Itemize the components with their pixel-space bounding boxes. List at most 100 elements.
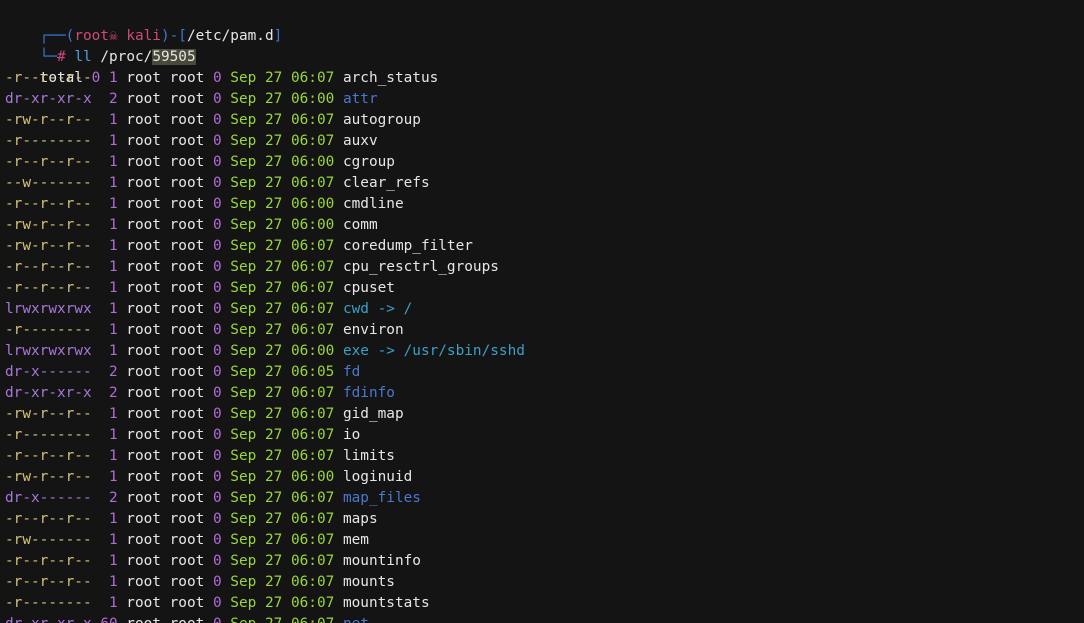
link-count: 1 [108,112,118,128]
permissions: -r--r--r-- [5,511,92,527]
file-name[interactable]: loginuid [343,469,412,485]
file-size: 0 [212,448,222,464]
date-day: 27 [264,91,283,107]
date-month: Sep [230,280,257,296]
list-item[interactable]: -rw-r--r-- 1 root root 0 Sep 27 06:00 lo… [5,467,1084,488]
list-item[interactable]: --w------- 1 root root 0 Sep 27 06:07 cl… [5,173,1084,194]
list-item[interactable]: -r-------- 1 root root 0 Sep 27 06:07 en… [5,320,1084,341]
file-name[interactable]: cwd -> / [343,301,412,317]
link-count: 1 [108,427,118,443]
link-count: 2 [108,385,118,401]
date-month: Sep [230,448,257,464]
file-name[interactable]: map_files [343,490,421,506]
owner: root [126,112,161,128]
list-item[interactable]: -r-------- 1 root root 0 Sep 27 06:07 mo… [5,593,1084,614]
file-name[interactable]: attr [343,91,378,107]
file-name[interactable]: mountinfo [343,553,421,569]
permissions: -r--r--r-- [5,448,92,464]
date-time: 06:07 [291,616,334,623]
date-month: Sep [230,553,257,569]
owner: root [126,406,161,422]
link-count: 1 [108,154,118,170]
group: root [169,532,205,548]
file-name[interactable]: cgroup [343,154,395,170]
list-item[interactable]: -r--r--r-- 1 root root 0 Sep 27 06:07 mo… [5,572,1084,593]
file-name[interactable]: auxv [343,133,378,149]
list-item[interactable]: -rw-r--r-- 1 root root 0 Sep 27 06:07 au… [5,110,1084,131]
list-item[interactable]: -r--r--r-- 1 root root 0 Sep 27 06:00 cg… [5,152,1084,173]
list-item[interactable]: -r--r--r-- 1 root root 0 Sep 27 06:07 ma… [5,509,1084,530]
file-name[interactable]: coredump_filter [343,238,473,254]
owner: root [126,511,161,527]
date-month: Sep [230,616,256,623]
group: root [169,469,205,485]
file-name[interactable]: mounts [343,574,395,590]
list-item[interactable]: dr-xr-xr-x 60 root root 0 Sep 27 06:07 n… [5,614,1084,623]
list-item[interactable]: lrwxrwxrwx 1 root root 0 Sep 27 06:07 cw… [5,299,1084,320]
file-name[interactable]: io [343,427,360,443]
owner: root [126,154,161,170]
file-name[interactable]: maps [343,511,378,527]
file-name[interactable]: exe -> /usr/sbin/sshd [343,343,525,359]
terminal-window[interactable]: ┌──(root☠ kali)-[/etc/pam.d] └─# ll /pro… [0,0,1084,623]
list-item[interactable]: -rw-r--r-- 1 root root 0 Sep 27 06:07 co… [5,236,1084,257]
owner: root [126,490,161,506]
list-item[interactable]: dr-x------ 2 root root 0 Sep 27 06:07 ma… [5,488,1084,509]
date-time: 06:07 [290,259,335,275]
permissions: -r--r--r-- [5,280,92,296]
list-item[interactable]: -r--r--r-- 1 root root 0 Sep 27 06:07 ar… [5,68,1084,89]
list-item[interactable]: -r--r--r-- 1 root root 0 Sep 27 06:07 cp… [5,278,1084,299]
group: root [169,364,205,380]
file-size: 0 [212,238,222,254]
owner: root [126,427,161,443]
owner: root [126,469,161,485]
file-name[interactable]: cpu_resctrl_groups [343,259,499,275]
group: root [169,70,205,86]
owner: root [126,322,161,338]
file-size: 0 [212,217,222,233]
date-month: Sep [230,259,257,275]
file-size: 0 [212,154,222,170]
link-count: 1 [108,175,118,191]
date-day: 27 [264,343,283,359]
file-name[interactable]: cpuset [343,280,395,296]
list-item[interactable]: -r-------- 1 root root 0 Sep 27 06:07 io [5,425,1084,446]
file-name[interactable]: gid_map [343,406,404,422]
list-item[interactable]: -rw-r--r-- 1 root root 0 Sep 27 06:07 gi… [5,404,1084,425]
file-name[interactable]: comm [343,217,378,233]
date-day: 27 [265,616,282,623]
permissions: dr-xr-xr-x [5,385,92,401]
permissions: lrwxrwxrwx [5,343,92,359]
permissions: -r--r--r-- [5,259,92,275]
permissions: -r--r--r-- [5,154,92,170]
list-item[interactable]: -r-------- 1 root root 0 Sep 27 06:07 au… [5,131,1084,152]
list-item[interactable]: -r--r--r-- 1 root root 0 Sep 27 06:07 li… [5,446,1084,467]
prompt-line-2[interactable]: └─# ll /proc/59505 [5,26,1084,65]
file-name[interactable]: limits [343,448,395,464]
group: root [169,448,205,464]
file-name[interactable]: mountstats [343,595,430,611]
list-item[interactable]: -rw------- 1 root root 0 Sep 27 06:07 me… [5,530,1084,551]
file-name[interactable]: arch_status [343,70,438,86]
list-item[interactable]: dr-xr-xr-x 2 root root 0 Sep 27 06:00 at… [5,89,1084,110]
file-name[interactable]: environ [343,322,404,338]
list-item[interactable]: -r--r--r-- 1 root root 0 Sep 27 06:00 cm… [5,194,1084,215]
file-name[interactable]: clear_refs [343,175,430,191]
permissions: -r-------- [5,595,92,611]
file-name[interactable]: mem [343,532,369,548]
file-name[interactable]: net [343,616,369,623]
file-name[interactable]: fdinfo [343,385,395,401]
list-item[interactable]: -r--r--r-- 1 root root 0 Sep 27 06:07 cp… [5,257,1084,278]
list-item[interactable]: dr-xr-xr-x 2 root root 0 Sep 27 06:07 fd… [5,383,1084,404]
file-name[interactable]: autogroup [343,112,421,128]
list-item[interactable]: -rw-r--r-- 1 root root 0 Sep 27 06:00 co… [5,215,1084,236]
list-item[interactable]: lrwxrwxrwx 1 root root 0 Sep 27 06:00 ex… [5,341,1084,362]
list-item[interactable]: dr-x------ 2 root root 0 Sep 27 06:05 fd [5,362,1084,383]
owner: root [126,616,161,623]
file-name[interactable]: cmdline [343,196,404,212]
list-item[interactable]: -r--r--r-- 1 root root 0 Sep 27 06:07 mo… [5,551,1084,572]
file-name[interactable]: fd [343,364,360,380]
permissions: -r-------- [5,322,92,338]
link-count: 1 [108,259,118,275]
permissions: -rw-r--r-- [5,406,92,422]
